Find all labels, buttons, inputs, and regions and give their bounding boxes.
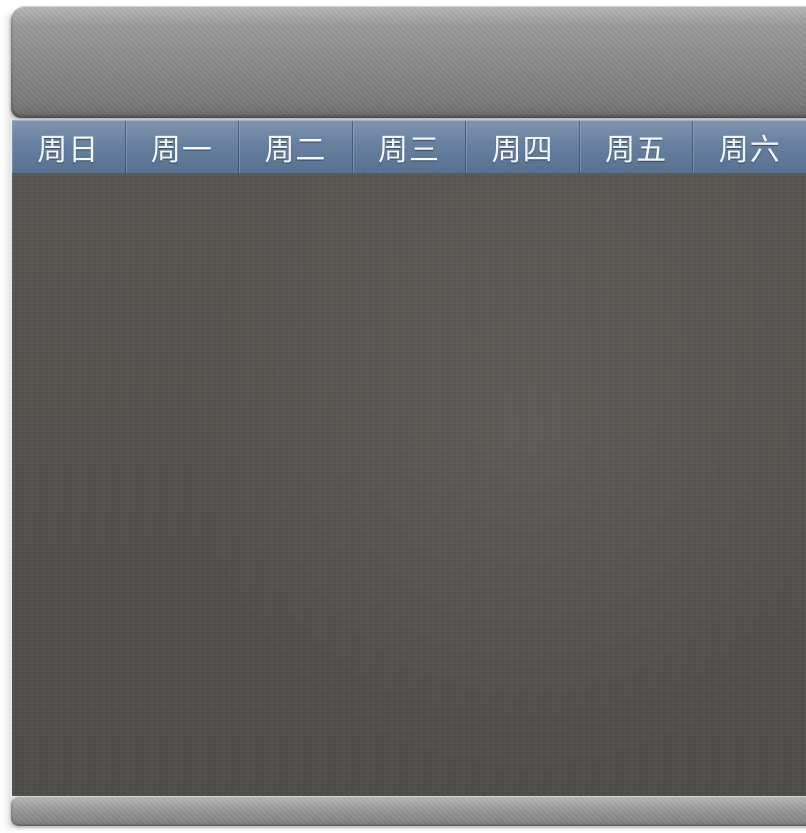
calendar-grid-area[interactable] [12, 173, 806, 796]
weekday-thursday: 周四 [466, 121, 580, 173]
weekday-tuesday: 周二 [239, 121, 353, 173]
weekday-saturday: 周六 [693, 121, 806, 173]
calendar-top-bar [11, 6, 806, 118]
weekday-sunday: 周日 [12, 121, 126, 173]
weekday-wednesday: 周三 [353, 121, 467, 173]
weekday-header: 周日 周一 周二 周三 周四 周五 周六 [12, 120, 806, 174]
weekday-friday: 周五 [580, 121, 694, 173]
calendar-window: 周日 周一 周二 周三 周四 周五 周六 [0, 0, 806, 833]
weekday-monday: 周一 [126, 121, 240, 173]
calendar-bottom-bar [11, 796, 806, 826]
